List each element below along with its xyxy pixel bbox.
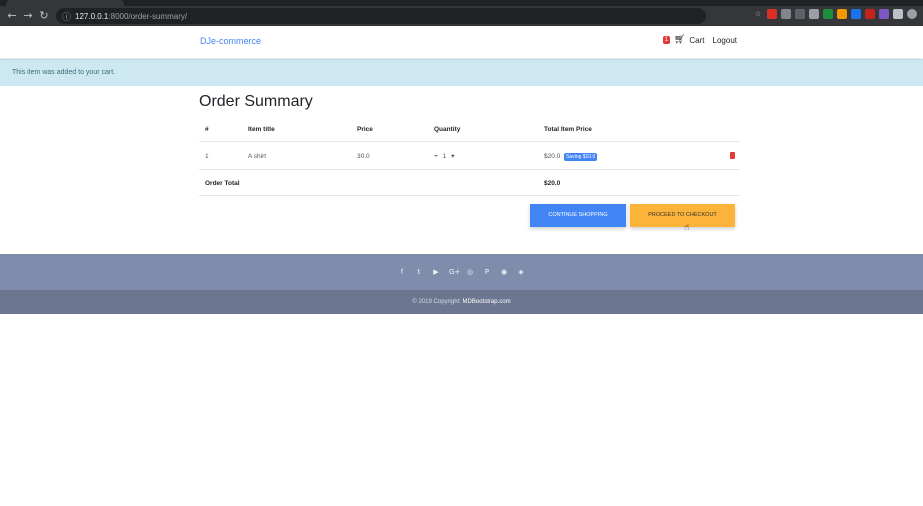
copyright-text: © 2019 Copyright: (412, 299, 461, 305)
order-total-value: $20.0 (544, 180, 561, 187)
browser-toolbar: ← → ↻ ⓘ 127.0.0.1 :8000/order-summary/ ☆ (0, 6, 923, 26)
cart-icon[interactable]: 🛒︎ (674, 35, 685, 45)
quantity-stepper: − 1 + (434, 153, 455, 160)
page-title: Order Summary (199, 93, 313, 110)
github-icon[interactable]: ◉ (500, 268, 508, 276)
dribbble-icon[interactable]: ◎ (466, 268, 474, 276)
page: DJe-commerce 1 🛒︎ Cart Logout This item … (0, 26, 923, 506)
url-path: :8000/order-summary/ (108, 11, 188, 21)
extension-icon[interactable] (893, 9, 903, 19)
table-row: 1 A shirt 30.0 − 1 + $20.0 Saving $10.0 (199, 142, 740, 170)
extension-icon[interactable] (767, 9, 777, 19)
info-icon[interactable]: ⓘ (62, 10, 71, 23)
extension-icon[interactable] (795, 9, 805, 19)
continue-shopping-button[interactable]: Continue shopping (530, 204, 626, 227)
extension-icon[interactable] (879, 9, 889, 19)
item-title: A shirt (248, 153, 267, 160)
column-header: # (205, 126, 209, 133)
quantity-value: 1 (442, 153, 447, 160)
item-price: 30.0 (357, 153, 370, 160)
reload-icon[interactable]: ↻ (36, 8, 52, 24)
extension-toolbar: ☆ (753, 9, 917, 19)
extension-icon[interactable] (781, 9, 791, 19)
extension-icon[interactable] (865, 9, 875, 19)
profile-icon[interactable] (907, 9, 917, 19)
extension-icon[interactable] (809, 9, 819, 19)
pinterest-icon[interactable]: P (483, 268, 491, 276)
forward-icon[interactable]: → (20, 8, 36, 24)
table-header-row: # Item title Price Quantity Total Item P… (199, 116, 740, 142)
saving-badge: Saving $10.0 (564, 153, 598, 161)
url-host: 127.0.0.1 (75, 11, 109, 21)
facebook-icon[interactable]: f (398, 268, 406, 276)
item-total-cell: $20.0 Saving $10.0 (544, 153, 598, 161)
codepen-icon[interactable]: ◈ (517, 268, 525, 276)
column-header: Quantity (434, 126, 461, 133)
navbar: DJe-commerce 1 🛒︎ Cart Logout (0, 26, 923, 58)
decrease-quantity-button[interactable]: − (434, 153, 438, 160)
order-table: # Item title Price Quantity Total Item P… (199, 116, 740, 196)
copyright-link[interactable]: MDBootstrap.com (463, 299, 511, 305)
logout-link[interactable]: Logout (713, 36, 737, 45)
nav-right: 1 🛒︎ Cart Logout (662, 35, 737, 45)
brand-link[interactable]: DJe-commerce (200, 36, 261, 46)
trash-icon[interactable] (730, 152, 735, 159)
youtube-icon[interactable]: ▶ (432, 268, 440, 276)
google-plus-icon[interactable]: G+ (449, 268, 460, 276)
copyright-bar: © 2019 Copyright: MDBootstrap.com (0, 290, 923, 314)
extension-icon[interactable] (823, 9, 833, 19)
cart-link[interactable]: Cart (689, 36, 704, 45)
column-header: Total Item Price (544, 126, 592, 133)
bookmark-star-icon[interactable]: ☆ (753, 9, 763, 19)
extension-icon[interactable] (851, 9, 861, 19)
extension-icon[interactable] (837, 9, 847, 19)
address-bar[interactable]: ⓘ 127.0.0.1 :8000/order-summary/ (56, 8, 706, 24)
proceed-to-checkout-button[interactable]: Proceed to checkout (630, 204, 735, 227)
item-index: 1 (205, 153, 209, 160)
footer-social: f t ▶ G+ ◎ P ◉ ◈ (0, 254, 923, 290)
twitter-icon[interactable]: t (415, 268, 423, 276)
cart-count-badge: 1 (662, 36, 670, 44)
item-total: $20.0 (544, 153, 561, 160)
column-header: Price (357, 126, 373, 133)
hand-cursor-icon: ☝ (684, 223, 690, 233)
order-total-row: Order Total $20.0 (199, 170, 740, 196)
order-total-label: Order Total (205, 180, 240, 187)
back-icon[interactable]: ← (4, 8, 20, 24)
alert-message: This item was added to your cart. (0, 59, 923, 86)
column-header: Item title (248, 126, 275, 133)
increase-quantity-button[interactable]: + (451, 153, 455, 160)
